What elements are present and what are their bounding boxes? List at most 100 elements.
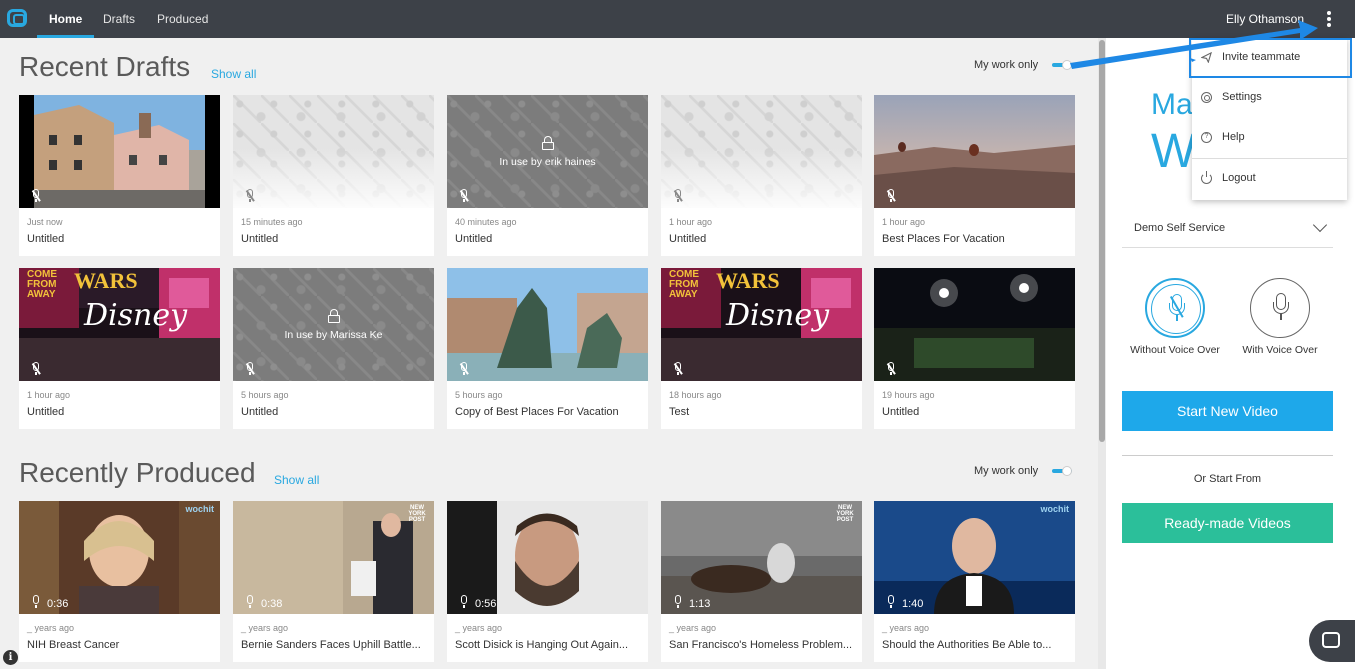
more-options-icon[interactable] [1320, 9, 1338, 29]
produced-thumbnail[interactable]: 0:56 [447, 501, 648, 614]
user-name[interactable]: Elly Othamson [1226, 0, 1304, 38]
draft-card[interactable]: 1 hour ago Untitled [661, 95, 862, 256]
produced-card[interactable]: NEW YORK POST 1:13 _ years ago San Franc… [661, 501, 862, 662]
draft-title: Untitled [882, 406, 920, 418]
drafts-my-work-only-toggle[interactable] [1052, 60, 1072, 70]
draft-card[interactable]: Just now Untitled [19, 95, 220, 256]
produced-card[interactable]: NEW YORK POST 0:38 _ years ago Bernie Sa… [233, 501, 434, 662]
scrollbar-thumb[interactable] [1099, 40, 1105, 442]
produced-title: San Francisco's Homeless Problem... [669, 639, 853, 651]
mic-icon [1273, 293, 1289, 321]
tab-home[interactable]: Home [36, 0, 95, 38]
draft-time: 5 hours ago [455, 390, 503, 400]
menu-item-invite-teammate[interactable]: Invite teammate [1189, 38, 1352, 78]
no-voice-over-icon [886, 362, 896, 376]
no-voice-over-icon [245, 189, 255, 203]
produced-thumbnail[interactable]: wochit 0:36 [19, 501, 220, 614]
menu-item-help[interactable]: ? Help [1192, 118, 1347, 158]
produced-thumbnail[interactable]: wochit 1:40 [874, 501, 1075, 614]
draft-thumbnail[interactable] [447, 268, 648, 381]
produced-card[interactable]: wochit 0:36 _ years ago NIH Breast Cance… [19, 501, 220, 662]
produced-show-all-link[interactable]: Show all [274, 473, 319, 487]
draft-thumbnail[interactable] [661, 95, 862, 208]
draft-thumbnail[interactable]: In use by erik haines [447, 95, 648, 208]
chat-support-button[interactable] [1309, 620, 1355, 662]
tab-produced[interactable]: Produced [157, 0, 208, 38]
draft-card[interactable]: In use by Marissa Ke 5 hours ago Untitle… [233, 268, 434, 429]
produced-time: _ years ago [241, 623, 289, 633]
help-icon: ? [1201, 132, 1212, 143]
produced-thumbnail[interactable]: NEW YORK POST 1:13 [661, 501, 862, 614]
no-voice-over-icon [245, 362, 255, 376]
lock-text: In use by erik haines [499, 155, 596, 168]
produced-time: _ years ago [882, 623, 930, 633]
video-duration: 1:40 [902, 598, 924, 610]
info-icon[interactable]: i [3, 650, 18, 665]
produced-title: Scott Disick is Hanging Out Again... [455, 639, 629, 651]
produced-brand-tag: wochit [1040, 504, 1070, 514]
draft-title: Test [669, 406, 690, 418]
menu-item-logout[interactable]: Logout [1192, 159, 1347, 199]
lock-overlay: In use by erik haines [447, 95, 648, 208]
with-voice-over-circle [1250, 278, 1310, 338]
draft-title: Copy of Best Places For Vacation [455, 406, 619, 418]
app-logo-icon[interactable] [7, 9, 27, 27]
main-content: Recent Drafts Show all My work only Just… [0, 38, 1098, 669]
draft-title: Untitled [241, 233, 279, 245]
lock-overlay: In use by Marissa Ke [233, 268, 434, 381]
draft-card[interactable]: In use by erik haines 40 minutes ago Unt… [447, 95, 648, 256]
top-bar: Home Drafts Produced Elly Othamson [0, 0, 1355, 38]
menu-item-label: Invite teammate [1222, 51, 1301, 63]
chat-icon [1322, 632, 1340, 648]
no-voice-over-icon [31, 189, 41, 203]
account-select[interactable]: Demo Self Service [1122, 210, 1333, 248]
draft-thumbnail[interactable]: In use by Marissa Ke [233, 268, 434, 381]
draft-title: Best Places For Vacation [882, 233, 1005, 245]
draft-thumbnail[interactable] [874, 95, 1075, 208]
recently-produced-title: Recently Produced [19, 457, 256, 488]
user-menu-dropdown: Invite teammate Settings ? Help Logout [1189, 38, 1352, 200]
draft-card[interactable]: 5 hours ago Copy of Best Places For Vaca… [447, 268, 648, 429]
menu-item-settings[interactable]: Settings [1192, 78, 1347, 118]
draft-time: 15 minutes ago [241, 217, 303, 227]
draft-thumbnail[interactable] [874, 268, 1075, 381]
no-voice-over-icon [459, 189, 469, 203]
mic-off-icon [1169, 294, 1185, 322]
produced-brand-tag: wochit [185, 504, 215, 514]
produced-card[interactable]: wochit 1:40 _ years ago Should the Autho… [874, 501, 1075, 662]
power-icon [1201, 171, 1212, 184]
voice-over-icon [886, 595, 896, 609]
draft-thumbnail[interactable] [19, 95, 220, 208]
produced-title: Should the Authorities Be Able to... [882, 639, 1052, 651]
draft-time: 1 hour ago [27, 390, 71, 400]
no-voice-over-icon [673, 189, 683, 203]
with-voice-over-option[interactable]: With Voice Over [1225, 278, 1335, 368]
draft-card[interactable]: COME FROM AWAY WARS Disney 1 hour ago Unti… [19, 268, 220, 429]
main-scrollbar[interactable] [1098, 38, 1106, 669]
draft-thumbnail[interactable] [233, 95, 434, 208]
account-select-value: Demo Self Service [1134, 222, 1226, 234]
without-voice-over-option[interactable]: Without Voice Over [1120, 278, 1230, 368]
start-new-video-button[interactable]: Start New Video [1122, 391, 1333, 431]
draft-thumbnail[interactable]: COME FROM AWAY WARS Disney [19, 268, 220, 381]
produced-time: _ years ago [27, 623, 75, 633]
tab-drafts[interactable]: Drafts [103, 0, 135, 38]
produced-my-work-only-toggle[interactable] [1052, 466, 1072, 476]
produced-card[interactable]: 0:56 _ years ago Scott Disick is Hanging… [447, 501, 648, 662]
produced-thumbnail[interactable]: NEW YORK POST 0:38 [233, 501, 434, 614]
welcome-heading-line2: W [1151, 125, 1197, 178]
draft-card[interactable]: COME FROM AWAY WARS Disney 18 hours ago Te… [661, 268, 862, 429]
voice-over-icon [673, 595, 683, 609]
draft-card[interactable]: 1 hour ago Best Places For Vacation [874, 95, 1075, 256]
draft-card[interactable]: 19 hours ago Untitled [874, 268, 1075, 429]
produced-time: _ years ago [669, 623, 717, 633]
drafts-show-all-link[interactable]: Show all [211, 67, 256, 81]
video-duration: 0:38 [261, 598, 283, 610]
draft-card[interactable]: 15 minutes ago Untitled [233, 95, 434, 256]
ready-made-videos-button[interactable]: Ready-made Videos [1122, 503, 1333, 543]
produced-title: NIH Breast Cancer [27, 639, 120, 651]
drafts-my-work-only-label: My work only [974, 59, 1039, 71]
lock-text: In use by Marissa Ke [284, 328, 383, 341]
without-voice-over-circle [1145, 278, 1205, 338]
draft-thumbnail[interactable]: COME FROM AWAY WARS Disney [661, 268, 862, 381]
